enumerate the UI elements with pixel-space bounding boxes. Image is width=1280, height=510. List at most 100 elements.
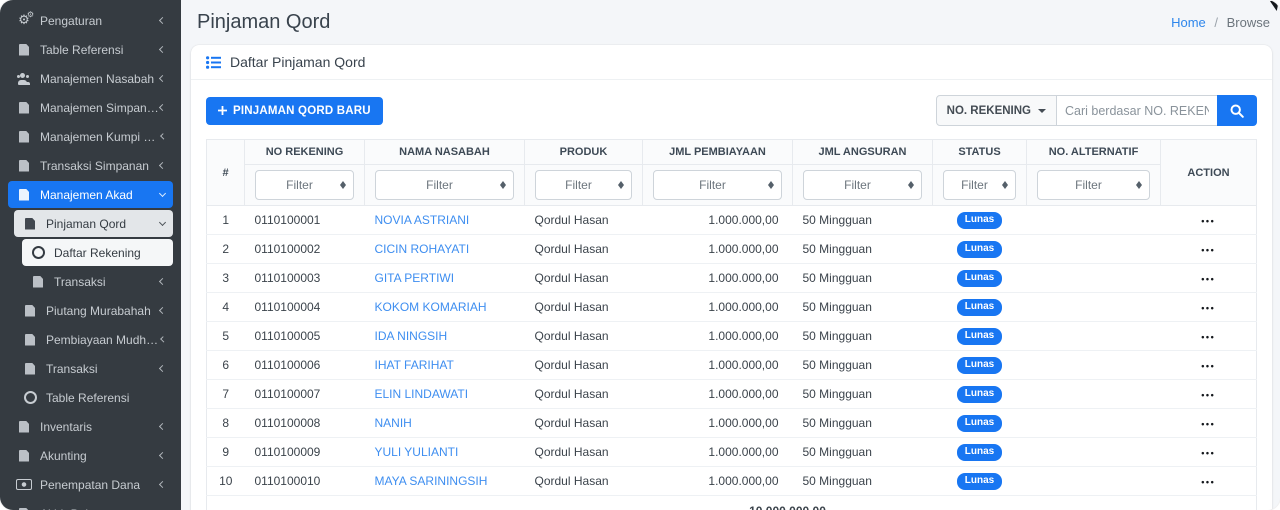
new-loan-button[interactable]: PINJAMAN QORD BARU — [206, 96, 383, 125]
row-actions-button[interactable]: ••• — [1201, 448, 1215, 458]
filter-status[interactable]: Filter — [943, 170, 1016, 200]
cell-index: 9 — [206, 437, 245, 467]
sort-arrows-icon — [1136, 178, 1142, 192]
sidebar-item-icon — [22, 218, 38, 230]
list-icon — [206, 55, 221, 69]
sidebar-item[interactable]: Akhir Bulan — [8, 500, 173, 510]
sidebar-item-icon — [16, 450, 32, 462]
sidebar-item[interactable]: Table Referensi — [14, 384, 173, 411]
sidebar-item-icon — [16, 11, 34, 27]
row-actions-button[interactable]: ••• — [1201, 303, 1215, 313]
sidebar-item[interactable]: Daftar Rekening — [22, 239, 173, 266]
row-actions-button[interactable]: ••• — [1201, 274, 1215, 284]
breadcrumb-current: Browse — [1226, 15, 1270, 30]
status-badge: Lunas — [956, 357, 1003, 374]
cell-index: 10 — [206, 466, 245, 496]
cell-pembiayaan: 1.000.000,00 — [642, 350, 793, 380]
customer-name-link[interactable]: ELIN LINDAWATI — [375, 387, 469, 401]
cell-alternatif — [1026, 466, 1161, 496]
sidebar-item[interactable]: Table Referensi — [8, 36, 173, 63]
breadcrumb-separator: / — [1214, 15, 1219, 30]
sidebar-item[interactable]: Manajemen Kumpi & Halmi — [8, 123, 173, 150]
sidebar-item-label: Inventaris — [40, 419, 93, 434]
search-field-dropdown[interactable]: NO. REKENING — [935, 95, 1057, 126]
filter-rekening[interactable]: Filter — [255, 170, 354, 200]
row-actions-button[interactable]: ••• — [1201, 245, 1215, 255]
sidebar-item-icon — [22, 305, 38, 317]
sidebar-item[interactable]: Akunting — [8, 442, 173, 469]
search-button[interactable] — [1217, 95, 1257, 126]
sidebar-item[interactable]: Manajemen Nasabah — [8, 65, 173, 92]
cell-rekening: 0110100010 — [244, 466, 365, 496]
customer-name-link[interactable]: MAYA SARININGSIH — [375, 474, 488, 488]
card-body: PINJAMAN QORD BARU NO. REKENING Cari ber… — [191, 80, 1272, 510]
cell-produk: Qordul Hasan — [524, 408, 643, 438]
customer-name-link[interactable]: GITA PERTIWI — [375, 271, 455, 285]
sidebar-item-icon — [16, 421, 32, 433]
table-row: 2 0110100002 CICIN ROHAYATI Qordul Hasan… — [206, 234, 1257, 264]
filter-nama[interactable]: Filter — [375, 170, 514, 200]
sidebar-item[interactable]: Pengaturan — [8, 7, 173, 34]
sidebar-item-label: Pinjaman Qord — [46, 216, 127, 231]
filter-produk[interactable]: Filter — [535, 170, 632, 200]
cell-pembiayaan: 1.000.000,00 — [642, 379, 793, 409]
chevron-icon — [158, 189, 167, 198]
customer-name-link[interactable]: YULI YULIANTI — [375, 445, 459, 459]
sidebar-item-icon — [16, 44, 32, 56]
row-actions-button[interactable]: ••• — [1201, 361, 1215, 371]
filter-pembiayaan[interactable]: Filter — [653, 170, 782, 200]
row-actions-button[interactable]: ••• — [1201, 332, 1215, 342]
sort-arrows-icon — [1002, 178, 1008, 192]
filter-alternatif[interactable]: Filter — [1037, 170, 1150, 200]
cell-index: 3 — [206, 263, 245, 293]
sidebar-item-label: Manajemen Simpanan — [40, 100, 160, 115]
filter-angsuran[interactable]: Filter — [803, 170, 922, 200]
row-actions-button[interactable]: ••• — [1201, 477, 1215, 487]
row-actions-button[interactable]: ••• — [1201, 390, 1215, 400]
sidebar-item[interactable]: Pinjaman Qord — [14, 210, 173, 237]
customer-name-link[interactable]: NOVIA ASTRIANI — [375, 213, 470, 227]
sidebar-item[interactable]: Manajemen Akad — [8, 181, 173, 208]
sidebar-item-icon — [16, 189, 32, 201]
table-row: 1 0110100001 NOVIA ASTRIANI Qordul Hasan… — [206, 205, 1257, 235]
chevron-icon — [158, 480, 167, 489]
sidebar-item[interactable]: Penempatan Dana — [8, 471, 173, 498]
sidebar-item[interactable]: Transaksi — [22, 268, 173, 295]
sidebar-item[interactable]: Transaksi — [14, 355, 173, 382]
customer-name-link[interactable]: KOKOM KOMARIAH — [375, 300, 487, 314]
sidebar: Pengaturan Table Referensi Manajemen Nas… — [0, 0, 181, 510]
cell-rekening: 0110100007 — [244, 379, 365, 409]
search-input[interactable] — [1057, 95, 1217, 126]
sidebar-item[interactable]: Pembiayaan Mudharabah — [14, 326, 173, 353]
col-header-status: STATUS — [932, 139, 1027, 165]
chevron-icon — [158, 103, 167, 112]
cell-angsuran: 50 Mingguan — [792, 408, 933, 438]
customer-name-link[interactable]: CICIN ROHAYATI — [375, 242, 470, 256]
col-header-action: ACTION — [1160, 139, 1257, 206]
cell-angsuran: 50 Mingguan — [792, 292, 933, 322]
content-header: Pinjaman Qord Home / Browse — [181, 0, 1280, 43]
sidebar-item-icon — [22, 363, 38, 375]
cell-rekening: 0110100002 — [244, 234, 365, 264]
row-actions-button[interactable]: ••• — [1201, 419, 1215, 429]
cell-produk: Qordul Hasan — [524, 350, 643, 380]
sidebar-item[interactable]: Manajemen Simpanan — [8, 94, 173, 121]
status-badge: Lunas — [956, 328, 1003, 345]
sidebar-item[interactable]: Piutang Murabahah — [14, 297, 173, 324]
cell-alternatif — [1026, 234, 1161, 264]
cell-pembiayaan: 1.000.000,00 — [642, 234, 793, 264]
breadcrumb-home-link[interactable]: Home — [1171, 15, 1206, 30]
customer-name-link[interactable]: IDA NINGSIH — [375, 329, 448, 343]
chevron-icon — [158, 364, 167, 373]
sidebar-item-label: Table Referensi — [46, 390, 130, 405]
sidebar-item[interactable]: Transaksi Simpanan — [8, 152, 173, 179]
table-row: 4 0110100004 KOKOM KOMARIAH Qordul Hasan… — [206, 292, 1257, 322]
chevron-icon — [158, 16, 167, 25]
footer-total: 10.000.000,00 — [642, 495, 933, 510]
breadcrumb: Home / Browse — [1171, 15, 1270, 30]
customer-name-link[interactable]: IHAT FARIHAT — [375, 358, 454, 372]
customer-name-link[interactable]: NANIH — [375, 416, 412, 430]
row-actions-button[interactable]: ••• — [1201, 216, 1215, 226]
cell-rekening: 0110100008 — [244, 408, 365, 438]
sidebar-item[interactable]: Inventaris — [8, 413, 173, 440]
